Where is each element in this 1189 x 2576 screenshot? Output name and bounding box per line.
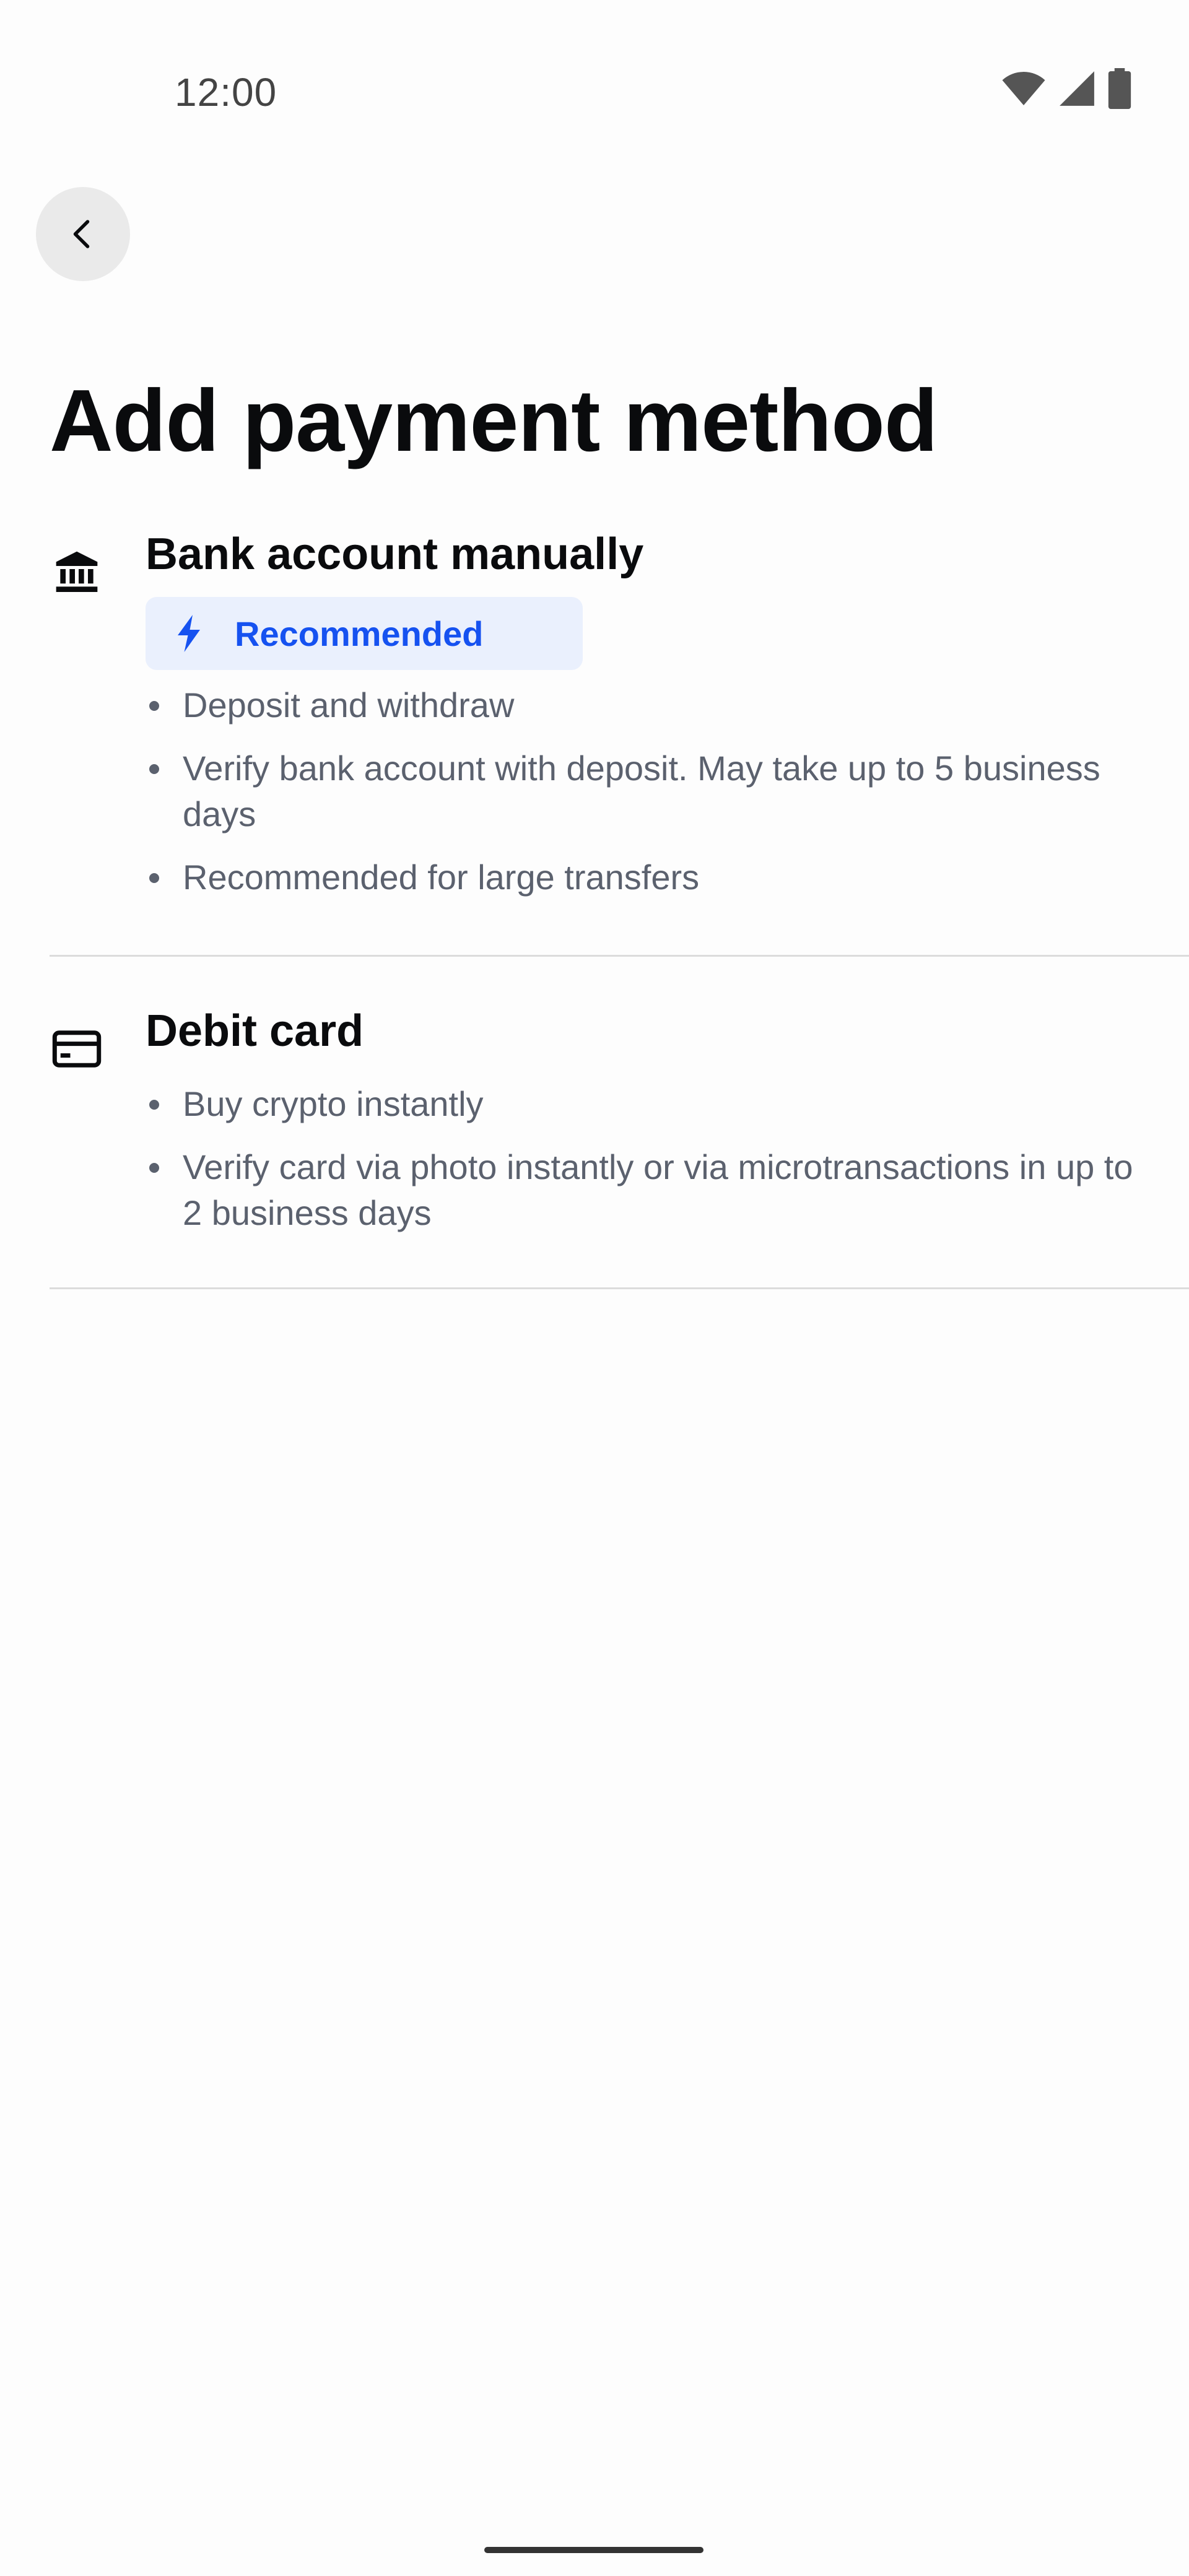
- credit-card-icon: [50, 1022, 104, 1076]
- screen: 12:00 Add payment method Bank account ma…: [0, 0, 1189, 2576]
- page-title: Add payment method: [50, 372, 938, 470]
- back-button[interactable]: [36, 187, 130, 281]
- lightning-icon: [178, 615, 200, 652]
- bank-icon: [50, 545, 104, 599]
- list-item: Verify card via photo instantly or via m…: [146, 1144, 1136, 1236]
- option-bank-account[interactable]: Bank account manually Recommended Deposi…: [50, 526, 1189, 957]
- wifi-icon: [1002, 72, 1045, 105]
- list-item: Buy crypto instantly: [146, 1081, 1136, 1127]
- recommended-badge: Recommended: [146, 597, 583, 670]
- list-item: Recommended for large transfers: [146, 855, 1136, 900]
- option-title: Debit card: [146, 1006, 364, 1056]
- cell-signal-icon: [1060, 71, 1094, 106]
- status-time: 12:00: [175, 70, 277, 115]
- option-debit-card[interactable]: Debit card Buy crypto instantly Verify c…: [50, 1003, 1189, 1289]
- status-bar: 12:00: [0, 0, 1189, 124]
- option-title: Bank account manually: [146, 529, 644, 579]
- list-item: Verify bank account with deposit. May ta…: [146, 746, 1136, 837]
- list-item: Deposit and withdraw: [146, 682, 1136, 728]
- debit-card-features: Buy crypto instantly Verify card via pho…: [146, 1081, 1136, 1253]
- status-icons: [1001, 68, 1132, 109]
- home-indicator[interactable]: [484, 2547, 703, 2553]
- badge-label: Recommended: [235, 614, 484, 653]
- bank-account-features: Deposit and withdraw Verify bank account…: [146, 682, 1136, 918]
- battery-icon: [1108, 68, 1131, 109]
- chevron-left-icon: [73, 220, 90, 248]
